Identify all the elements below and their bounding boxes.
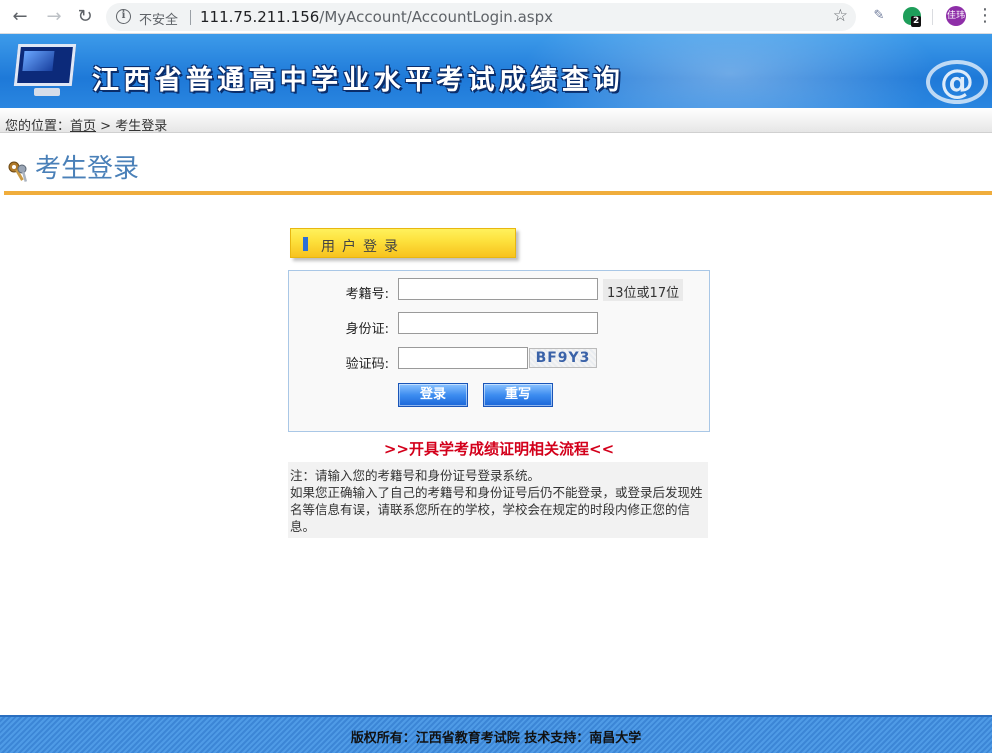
exam-id-label: 考籍号:: [345, 287, 389, 302]
profile-avatar[interactable]: 佳玮: [946, 6, 966, 26]
footer-copyright: 版权所有：江西省教育考试院 技术支持：南昌大学: [350, 731, 642, 746]
note-line-1: 注：请输入您的考籍号和身份证号登录系统。: [290, 468, 541, 483]
reload-icon[interactable]: ↻: [73, 5, 97, 29]
browser-toolbar: ← → ↻ i 不安全 111.75.211.156/MyAccount/Acc…: [0, 0, 992, 34]
reset-button[interactable]: 重写: [483, 383, 553, 407]
info-icon[interactable]: i: [116, 9, 131, 24]
bookmark-star-icon[interactable]: ☆: [833, 6, 848, 26]
captcha-image[interactable]: BF9Y3: [529, 348, 597, 368]
certificate-process-link[interactable]: >>开具学考成绩证明相关流程<<: [288, 438, 710, 459]
banner-title: 江西省普通高中学业水平考试成绩查询: [92, 65, 625, 96]
toolbar-divider: [932, 9, 933, 25]
site-banner: 江西省普通高中学业水平考试成绩查询 @: [0, 34, 992, 108]
at-sign-icon: @: [926, 60, 988, 104]
forward-arrow-icon[interactable]: →: [42, 5, 66, 29]
breadcrumb-home-link[interactable]: 首页: [70, 119, 96, 134]
note-line-2: 如果您正确输入了自己的考籍号和身份证号后仍不能登录，或登录后发现姓名等信息有误，…: [290, 485, 703, 534]
exam-id-input[interactable]: [398, 278, 598, 300]
page-header: 考生登录: [0, 133, 992, 195]
breadcrumb-trail: 您的位置：首页 > 考生登录: [5, 115, 167, 134]
id-card-label: 身份证:: [345, 322, 389, 337]
back-arrow-icon[interactable]: ←: [8, 5, 32, 29]
url-path: /MyAccount/AccountLogin.aspx: [319, 8, 553, 26]
page-title: 考生登录: [35, 154, 140, 184]
more-menu-icon[interactable]: ⋮: [976, 6, 992, 26]
breadcrumb-current: 考生登录: [115, 119, 168, 134]
breadcrumb-prefix: 您的位置：: [5, 119, 71, 134]
key-icon: [8, 161, 28, 182]
extension-shield-icon[interactable]: 2: [903, 7, 922, 27]
extension-pdf-icon[interactable]: ✎: [870, 7, 888, 25]
captcha-input[interactable]: [398, 347, 528, 369]
monitor-icon: [13, 44, 77, 96]
login-button[interactable]: 登录: [398, 383, 468, 407]
site-footer: 版权所有：江西省教育考试院 技术支持：南昌大学: [0, 715, 992, 753]
url-text[interactable]: 111.75.211.156/MyAccount/AccountLogin.as…: [200, 8, 553, 26]
login-panel-header: 用户登录: [290, 228, 516, 258]
header-bar-icon: [303, 237, 308, 251]
url-host: 111.75.211.156: [200, 8, 320, 26]
id-card-input[interactable]: [398, 312, 598, 334]
address-bar[interactable]: i 不安全 111.75.211.156/MyAccount/AccountLo…: [106, 3, 856, 31]
login-form: 考籍号: 13位或17位 身份证: 验证码: BF9Y3 登录 重写: [288, 270, 710, 432]
login-note: 注：请输入您的考籍号和身份证号登录系统。 如果您正确输入了自己的考籍号和身份证号…: [288, 462, 708, 538]
title-divider: [4, 191, 992, 195]
breadcrumb: 您的位置：首页 > 考生登录: [0, 108, 992, 134]
security-label[interactable]: 不安全: [139, 9, 178, 28]
extension-badge: 2: [911, 16, 922, 27]
omnibox-divider: [190, 10, 191, 25]
exam-id-hint: 13位或17位: [603, 279, 684, 301]
login-panel-title: 用户登录: [321, 239, 405, 255]
breadcrumb-separator: >: [96, 119, 116, 134]
captcha-label: 验证码:: [345, 357, 389, 372]
